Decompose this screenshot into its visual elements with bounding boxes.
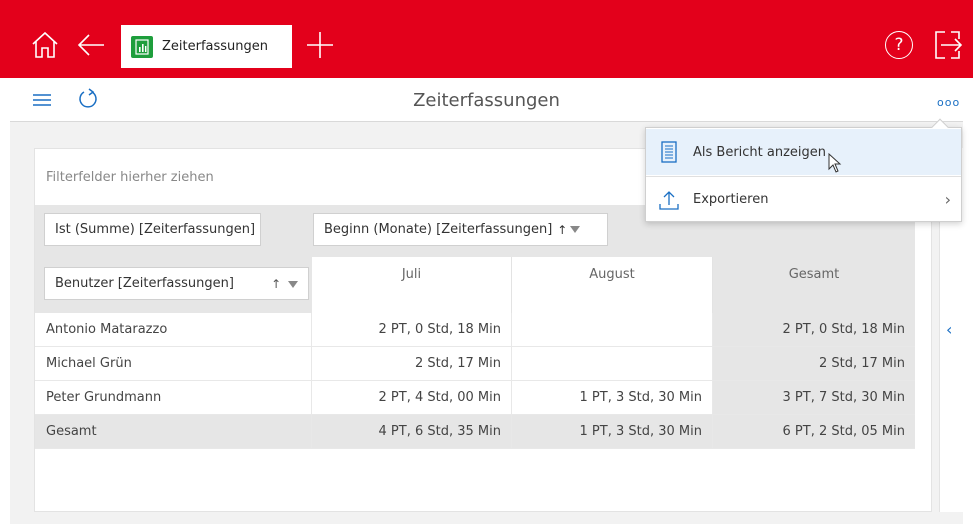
pivot-rows: Antonio Matarazzo 2 PT, 0 Std, 18 Min 2 … xyxy=(35,313,915,449)
spreadsheet-icon xyxy=(131,35,153,58)
help-icon[interactable]: ? xyxy=(885,31,913,59)
cell-august: 1 PT, 3 Std, 30 Min xyxy=(512,415,713,448)
menu-item-label: Als Bericht anzeigen xyxy=(693,144,827,160)
page-header: Zeiterfassungen ooo xyxy=(0,78,973,122)
chevron-left-icon[interactable]: ‹ xyxy=(946,320,952,339)
tab-zeiterfassungen[interactable]: Zeiterfassungen xyxy=(121,25,292,68)
cell-gesamt: 2 PT, 0 Std, 18 Min xyxy=(713,313,915,346)
home-icon[interactable] xyxy=(30,30,60,60)
cell-gesamt: 3 PT, 7 Std, 30 Min xyxy=(713,381,915,414)
table-row: Michael Grün 2 Std, 17 Min 2 Std, 17 Min xyxy=(35,347,915,381)
cell-gesamt: 2 Std, 17 Min xyxy=(713,347,915,380)
cell-juli: 2 Std, 17 Min xyxy=(312,347,512,380)
row-sort-filter[interactable]: ↑ xyxy=(271,277,298,291)
sort-icon[interactable]: ↑ xyxy=(557,223,567,237)
cell-juli: 2 PT, 0 Std, 18 Min xyxy=(312,313,512,346)
data-field-label: Ist (Summe) [Zeiterfassungen] xyxy=(55,222,256,237)
page-title: Zeiterfassungen xyxy=(413,90,560,111)
cell-juli: 4 PT, 6 Std, 35 Min xyxy=(312,415,512,448)
row-name: Gesamt xyxy=(35,415,312,448)
data-field-chip[interactable]: Ist (Summe) [Zeiterfassungen] xyxy=(44,213,261,246)
help-glyph: ? xyxy=(894,35,904,55)
cell-gesamt: 6 PT, 2 Std, 05 Min xyxy=(713,415,915,448)
sort-icon[interactable]: ↑ xyxy=(271,277,281,291)
row-name: Michael Grün xyxy=(35,347,312,380)
column-headers: Juli August Gesamt xyxy=(312,257,915,313)
filter-icon[interactable] xyxy=(570,226,581,233)
table-row: Peter Grundmann 2 PT, 4 Std, 00 Min 1 PT… xyxy=(35,381,915,415)
menu-item-als-bericht-anzeigen[interactable]: Als Bericht anzeigen xyxy=(646,129,961,175)
menu-item-label: Exportieren xyxy=(693,192,769,207)
report-icon xyxy=(661,141,677,163)
column-field-chip[interactable]: Beginn (Monate) [Zeiterfassungen] ↑ xyxy=(313,213,608,246)
table-row: Antonio Matarazzo 2 PT, 0 Std, 18 Min 2 … xyxy=(35,313,915,347)
app-topbar: Zeiterfassungen ? xyxy=(0,0,973,78)
export-icon xyxy=(659,190,679,210)
row-name: Antonio Matarazzo xyxy=(35,313,312,346)
column-field-label: Beginn (Monate) [Zeiterfassungen] xyxy=(324,222,553,237)
row-field-label: Benutzer [Zeiterfassungen] xyxy=(55,276,234,291)
plus-icon[interactable] xyxy=(305,30,335,60)
column-header-juli: Juli xyxy=(312,257,512,313)
cell-august xyxy=(512,313,713,346)
cell-august: 1 PT, 3 Std, 30 Min xyxy=(512,381,713,414)
cell-august xyxy=(512,347,713,380)
row-field-chip[interactable]: Benutzer [Zeiterfassungen] ↑ xyxy=(44,267,309,300)
options-menu: Als Bericht anzeigen Exportieren › xyxy=(645,118,962,222)
grand-total-row: Gesamt 4 PT, 6 Std, 35 Min 1 PT, 3 Std, … xyxy=(35,415,915,449)
more-options-icon[interactable]: ooo xyxy=(937,96,960,109)
column-header-august: August xyxy=(512,257,713,313)
back-arrow-icon[interactable] xyxy=(76,30,106,60)
row-name: Peter Grundmann xyxy=(35,381,312,414)
filter-icon[interactable] xyxy=(288,281,298,288)
logout-icon[interactable] xyxy=(933,29,963,61)
menu-item-exportieren[interactable]: Exportieren › xyxy=(646,176,961,222)
chevron-right-icon: › xyxy=(944,190,951,209)
cell-juli: 2 PT, 4 Std, 00 Min xyxy=(312,381,512,414)
column-header-gesamt: Gesamt xyxy=(713,257,915,313)
mouse-cursor-icon xyxy=(828,153,842,173)
tab-label: Zeiterfassungen xyxy=(162,39,269,54)
